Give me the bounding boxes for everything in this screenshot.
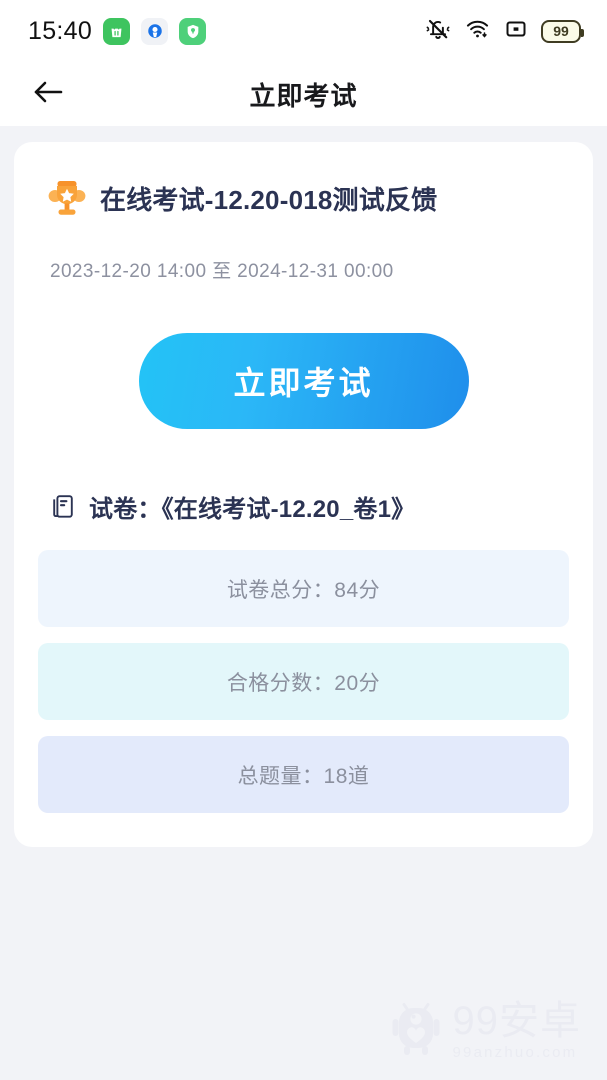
exam-date-range: 2023-12-20 14:00 至 2024-12-31 00:00 [50,261,394,282]
shield-icon [179,17,207,45]
wifi-icon [464,17,491,46]
trophy-icon [48,178,86,218]
start-exam-button[interactable]: 立即考试 [138,333,469,429]
exam-card: 在线考试-12.20-018测试反馈 2023-12-20 14:00 至 20… [14,142,593,847]
watermark-text: 99安卓 99anzhuo.com [453,1001,582,1061]
shopping-bag-icon [103,17,131,45]
arrow-left-icon [31,77,65,112]
back-button[interactable] [26,72,70,116]
info-row-pass-score: 合格分数：20分 [38,643,569,720]
page-title: 立即考试 [249,80,358,111]
status-bar-right: 99 [425,16,584,47]
watermark-name: 99安卓 [452,998,581,1043]
cta-container: 立即考试 [38,333,569,429]
status-bar: 15:40 99 [0,0,607,62]
status-time: 15:40 [28,16,93,45]
browser-icon [141,17,169,45]
paper-label: 试卷：《在线考试-12.20_卷1》 [89,496,416,523]
signal-box-icon [504,17,528,46]
android-robot-icon [391,999,441,1062]
info-row-total-score: 试卷总分：84分 [38,550,569,627]
watermark: 99安卓 99anzhuo.com [391,999,582,1062]
exam-title: 在线考试-12.20-018测试反馈 [100,184,438,215]
exam-header: 在线考试-12.20-018测试反馈 [38,178,569,218]
bell-mute-icon [425,16,451,47]
phone-screen: 15:40 99 立即考试 在线考试-12.20-018测试反馈 2023-12… [0,0,607,1080]
nav-bar: 立即考试 [0,62,607,126]
battery-level: 99 [553,23,569,39]
exam-info-list: 试卷总分：84分 合格分数：20分 总题量：18道 [38,550,569,813]
paper-row: 试卷：《在线考试-12.20_卷1》 [50,489,569,524]
status-bar-left: 15:40 [28,16,207,46]
info-row-question-count: 总题量：18道 [38,736,569,813]
watermark-site: 99anzhuo.com [452,1043,578,1061]
document-icon [50,493,76,521]
battery-icon: 99 [541,19,584,43]
